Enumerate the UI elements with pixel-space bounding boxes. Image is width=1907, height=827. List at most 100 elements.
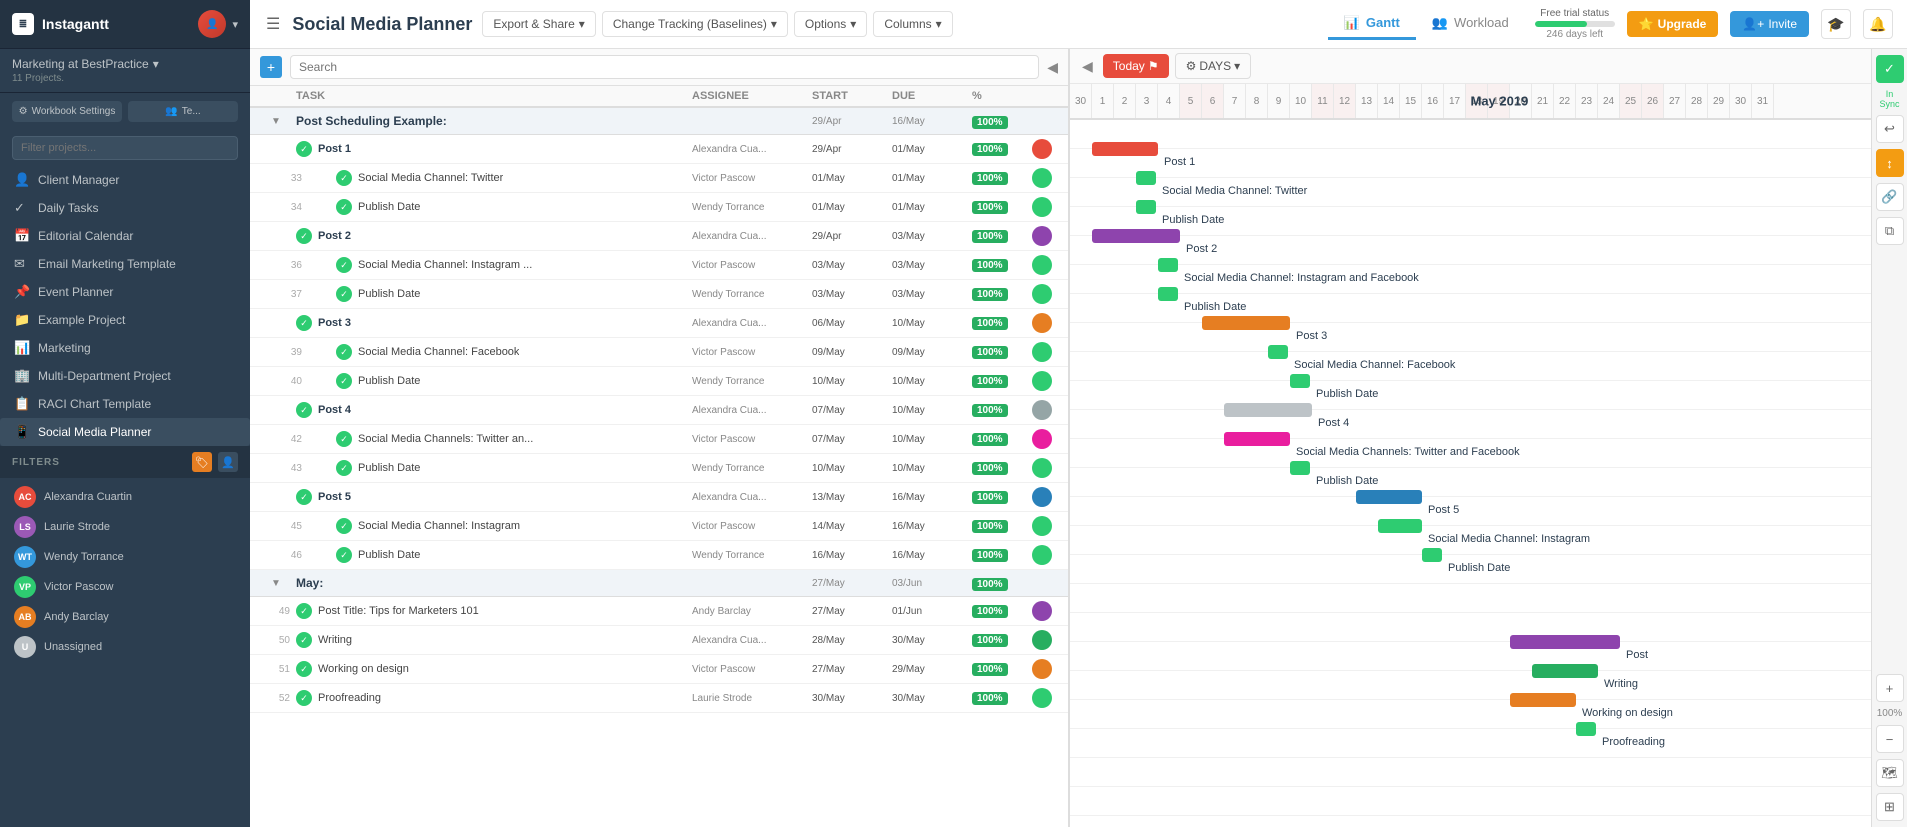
gantt-bar-15[interactable] [1510, 635, 1620, 649]
sidebar-item-client-manager[interactable]: 👤Client Manager [0, 166, 250, 194]
bell-icon-button[interactable]: 🔔 [1863, 9, 1893, 39]
user-filter-victor[interactable]: VPVictor Pascow [12, 572, 238, 602]
gantt-bar-10[interactable] [1224, 432, 1290, 446]
gantt-bar-1[interactable] [1136, 171, 1156, 185]
task-row-22[interactable]: 51 ✓ Working on design Victor Pascow 27/… [250, 655, 1068, 684]
today-button[interactable]: Today ⚑ [1103, 54, 1169, 78]
check-1[interactable]: ✓ [296, 141, 312, 157]
task-row-6[interactable]: 37 ✓ Publish Date Wendy Torrance 03/May … [250, 280, 1068, 309]
days-button[interactable]: ⚙ DAYS ▾ [1175, 53, 1252, 79]
gantt-bar-16[interactable] [1532, 664, 1598, 678]
hamburger-icon[interactable]: ☰ [264, 12, 282, 36]
plus-zoom-icon[interactable]: + [1876, 674, 1904, 702]
task-row-13[interactable]: ✓ Post 5 Alexandra Cua... 13/May 16/May … [250, 483, 1068, 512]
task-row-10[interactable]: ✓ Post 4 Alexandra Cua... 07/May 10/May … [250, 396, 1068, 425]
user-filter-andy[interactable]: ABAndy Barclay [12, 602, 238, 632]
check-7[interactable]: ✓ [296, 315, 312, 331]
link-icon[interactable]: 🔗 [1876, 183, 1904, 211]
task-row-12[interactable]: 43 ✓ Publish Date Wendy Torrance 10/May … [250, 454, 1068, 483]
columns-button[interactable]: Columns ▾ [873, 11, 952, 37]
gantt-bar-5[interactable] [1158, 287, 1178, 301]
gantt-bar-14[interactable] [1422, 548, 1442, 562]
gantt-bar-12[interactable] [1356, 490, 1422, 504]
gantt-bar-2[interactable] [1136, 200, 1156, 214]
check-8[interactable]: ✓ [336, 344, 352, 360]
gantt-scroll[interactable]: Post 1Social Media Channel: TwitterPubli… [1070, 120, 1871, 827]
gantt-bar-6[interactable] [1202, 316, 1290, 330]
task-row-9[interactable]: 40 ✓ Publish Date Wendy Torrance 10/May … [250, 367, 1068, 396]
check-4[interactable]: ✓ [296, 228, 312, 244]
tab-workload[interactable]: 👥 Workload [1416, 9, 1525, 40]
check-10[interactable]: ✓ [296, 402, 312, 418]
task-row-8[interactable]: 39 ✓ Social Media Channel: Facebook Vict… [250, 338, 1068, 367]
gantt-bar-7[interactable] [1268, 345, 1288, 359]
search-input[interactable] [290, 55, 1039, 79]
app-logo[interactable]: ≣ Instagantt [12, 13, 109, 35]
check-5[interactable]: ✓ [336, 257, 352, 273]
workbook-settings-button[interactable]: ⚙ Workbook Settings [12, 101, 122, 122]
gantt-prev-arrow[interactable]: ◀ [1078, 56, 1097, 77]
map-icon[interactable]: 🗺 [1876, 759, 1904, 787]
user-filter-unassigned[interactable]: UUnassigned [12, 632, 238, 662]
gantt-bar-8[interactable] [1290, 374, 1310, 388]
check-3[interactable]: ✓ [336, 199, 352, 215]
check-21[interactable]: ✓ [296, 632, 312, 648]
sort-icon[interactable]: ↕ [1876, 149, 1904, 177]
gantt-bar-17[interactable] [1510, 693, 1576, 707]
check-13[interactable]: ✓ [296, 489, 312, 505]
sidebar-item-raci-chart[interactable]: 📋RACI Chart Template [0, 390, 250, 418]
minus-zoom-icon[interactable]: − [1876, 725, 1904, 753]
task-row-3[interactable]: 34 ✓ Publish Date Wendy Torrance 01/May … [250, 193, 1068, 222]
sidebar-item-editorial-calendar[interactable]: 📅Editorial Calendar [0, 222, 250, 250]
filter-tag-icon[interactable]: 🏷 [192, 452, 212, 472]
user-filter-laurie[interactable]: LSLaurie Strode [12, 512, 238, 542]
gantt-bar-9[interactable] [1224, 403, 1312, 417]
gantt-bar-11[interactable] [1290, 461, 1310, 475]
task-row-23[interactable]: 52 ✓ Proofreading Laurie Strode 30/May 3… [250, 684, 1068, 713]
gantt-bar-0[interactable] [1092, 142, 1158, 156]
check-2[interactable]: ✓ [336, 170, 352, 186]
task-row-11[interactable]: 42 ✓ Social Media Channels: Twitter an..… [250, 425, 1068, 454]
check-20[interactable]: ✓ [296, 603, 312, 619]
change-tracking-button[interactable]: Change Tracking (Baselines) ▾ [602, 11, 788, 37]
task-row-7[interactable]: ✓ Post 3 Alexandra Cua... 06/May 10/May … [250, 309, 1068, 338]
check-11[interactable]: ✓ [336, 431, 352, 447]
check-15[interactable]: ✓ [336, 547, 352, 563]
chevron-icon[interactable]: ▾ [232, 18, 238, 31]
sidebar-item-marketing[interactable]: 📊Marketing [0, 334, 250, 362]
table-icon[interactable]: ⊞ [1876, 793, 1904, 821]
check-23[interactable]: ✓ [296, 690, 312, 706]
sidebar-item-example-project[interactable]: 📁Example Project [0, 306, 250, 334]
task-row-14[interactable]: 45 ✓ Social Media Channel: Instagram Vic… [250, 512, 1068, 541]
task-row-5[interactable]: 36 ✓ Social Media Channel: Instagram ...… [250, 251, 1068, 280]
task-row-21[interactable]: 50 ✓ Writing Alexandra Cua... 28/May 30/… [250, 626, 1068, 655]
invite-button[interactable]: 👤+ Invite [1730, 11, 1809, 37]
sidebar-item-multi-dept[interactable]: 🏢Multi-Department Project [0, 362, 250, 390]
user-filter-alexandra[interactable]: ACAlexandra Cuartin [12, 482, 238, 512]
back-arrow-icon[interactable]: ◀ [1047, 59, 1058, 76]
group-collapse-may[interactable]: ▼ [256, 578, 296, 589]
sidebar-item-social-media-planner[interactable]: 📱Social Media Planner [0, 418, 250, 446]
filter-user-icon[interactable]: 👤 [218, 452, 238, 472]
check-14[interactable]: ✓ [336, 518, 352, 534]
user-avatar[interactable]: 👤 [198, 10, 226, 38]
group-header-may[interactable]: ▼ May: 27/May 03/Jun 100% [250, 570, 1068, 597]
upgrade-button[interactable]: ⭐ Upgrade [1627, 11, 1719, 37]
task-row-15[interactable]: 46 ✓ Publish Date Wendy Torrance 16/May … [250, 541, 1068, 570]
group-collapse-post-scheduling[interactable]: ▼ [256, 116, 296, 127]
task-row-2[interactable]: 33 ✓ Social Media Channel: Twitter Victo… [250, 164, 1068, 193]
sidebar-item-event-planner[interactable]: 📌Event Planner [0, 278, 250, 306]
check-6[interactable]: ✓ [336, 286, 352, 302]
tab-gantt[interactable]: 📊 Gantt [1328, 9, 1416, 40]
user-filter-wendy[interactable]: WTWendy Torrance [12, 542, 238, 572]
team-button[interactable]: 👥 Te... [128, 101, 238, 122]
copy-icon[interactable]: ⧉ [1876, 217, 1904, 245]
hat-icon-button[interactable]: 🎓 [1821, 9, 1851, 39]
check-22[interactable]: ✓ [296, 661, 312, 677]
group-header-post-scheduling[interactable]: ▼ Post Scheduling Example: 29/Apr 16/May… [250, 108, 1068, 135]
add-row-button[interactable]: + [260, 56, 282, 78]
filter-projects-input[interactable] [12, 136, 238, 160]
gantt-bar-3[interactable] [1092, 229, 1180, 243]
task-row-4[interactable]: ✓ Post 2 Alexandra Cua... 29/Apr 03/May … [250, 222, 1068, 251]
table-scroll[interactable]: ▼ Post Scheduling Example: 29/Apr 16/May… [250, 108, 1068, 827]
